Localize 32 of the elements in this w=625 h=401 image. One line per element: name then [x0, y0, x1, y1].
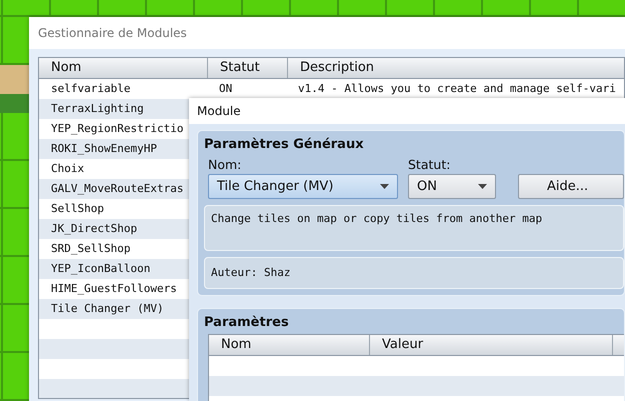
table-cell-text: ON — [218, 81, 234, 97]
table-cell-text: GALV_MoveRouteExtras — [50, 181, 184, 197]
status-dropdown[interactable]: ON — [408, 174, 496, 199]
author-text: Auteur: Shaz — [204, 257, 624, 289]
table-cell-text: SellShop — [50, 201, 105, 217]
table-cell-text: YEP_RegionRestrictio — [50, 121, 184, 137]
map-tile-drawing — [0, 65, 29, 113]
table-cell-text: selfvariable — [50, 81, 132, 97]
column-header[interactable]: Statut — [208, 58, 288, 78]
table-cell-text: SRD_SellShop — [50, 241, 132, 257]
table-cell-text: YEP_IconBalloon — [50, 261, 152, 277]
window-title: Gestionnaire de Modules — [38, 26, 187, 40]
description-text: Change tiles on map or copy tiles from another map — [204, 205, 624, 251]
group-title: Paramètres — [204, 315, 290, 330]
table-cell-text: HIME_GuestFollowers — [50, 281, 178, 297]
caret-icon — [380, 184, 389, 189]
caret-icon — [478, 184, 487, 189]
column-header[interactable]: Nom — [39, 58, 208, 78]
table-cell-text: Tile Changer (MV) — [50, 301, 165, 317]
column-header[interactable]: Description — [288, 58, 624, 78]
table-cell-text: Choix — [50, 161, 86, 177]
group-title: Paramètres Généraux — [204, 137, 365, 152]
table-cell-text: ROKI_ShowEnemyHP — [50, 141, 158, 157]
column-header[interactable]: Nom — [209, 335, 370, 355]
dialog-title: Module — [197, 104, 241, 118]
table-cell-text: v1.4 - Allows you to create and manage self-vari — [297, 81, 617, 97]
column-header[interactable]: Valeur — [370, 335, 613, 355]
name-label: Nom: — [208, 157, 242, 172]
status-label: Statut: — [408, 157, 452, 172]
table-cell-text: JK_DirectShop — [50, 221, 138, 237]
help-button[interactable]: Aide... — [518, 174, 624, 199]
name-dropdown[interactable]: Tile Changer (MV) — [208, 174, 398, 199]
